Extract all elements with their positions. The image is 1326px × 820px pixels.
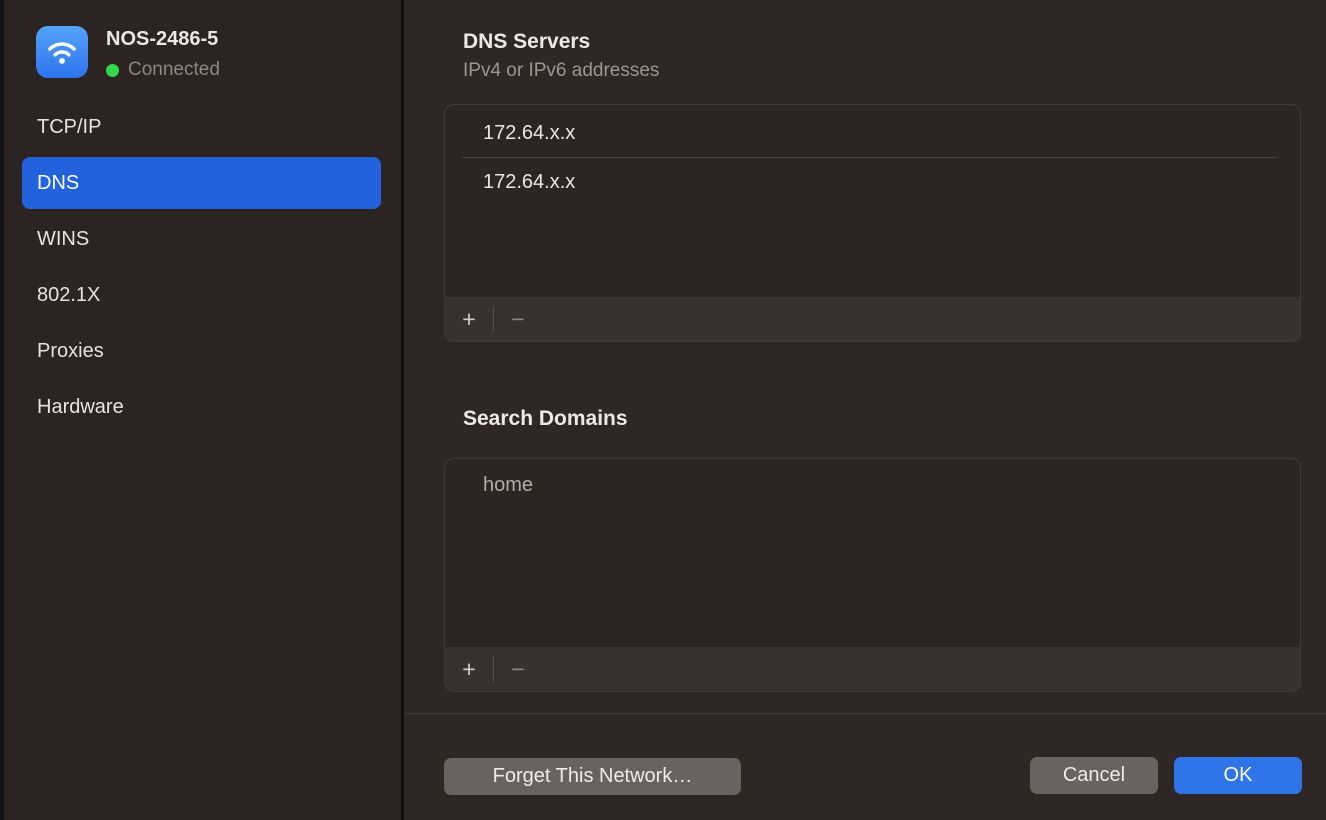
connection-status-label: Connected: [128, 59, 220, 81]
sidebar: NOS-2486-5 Connected TCP/IP DNS WINS 802…: [4, 0, 401, 820]
sidebar-item-hardware[interactable]: Hardware: [22, 381, 381, 433]
footer-divider: [404, 713, 1326, 714]
search-domain-entry[interactable]: home: [445, 461, 1300, 509]
remove-dns-server-button[interactable]: −: [494, 297, 542, 341]
sidebar-items: TCP/IP DNS WINS 802.1X Proxies Hardware: [22, 101, 381, 437]
wifi-icon: [36, 26, 88, 78]
cancel-button[interactable]: Cancel: [1030, 757, 1158, 794]
dns-list-toolbar: + −: [445, 297, 1300, 341]
connected-status-dot-icon: [106, 64, 119, 77]
sidebar-item-label: 802.1X: [37, 284, 100, 307]
sidebar-item-label: Hardware: [37, 396, 124, 419]
sidebar-item-wins[interactable]: WINS: [22, 213, 381, 265]
dns-server-entry[interactable]: 172.64.x.x: [445, 109, 1300, 157]
main-panel: DNS Servers IPv4 or IPv6 addresses 172.6…: [404, 0, 1326, 820]
dns-server-rows: 172.64.x.x 172.64.x.x: [445, 105, 1300, 206]
search-domain-rows: home: [445, 459, 1300, 509]
sidebar-item-label: WINS: [37, 228, 89, 251]
forget-network-button[interactable]: Forget This Network…: [444, 758, 741, 795]
sidebar-item-label: TCP/IP: [37, 116, 101, 139]
add-search-domain-button[interactable]: +: [451, 647, 487, 691]
search-domain-toolbar: + −: [445, 647, 1300, 691]
remove-search-domain-button[interactable]: −: [494, 647, 542, 691]
dns-servers-title: DNS Servers: [463, 30, 590, 54]
dns-servers-subtitle: IPv4 or IPv6 addresses: [463, 60, 659, 82]
sidebar-item-label: Proxies: [37, 340, 104, 363]
sidebar-item-label: DNS: [37, 172, 79, 195]
ok-button[interactable]: OK: [1174, 757, 1302, 794]
connection-status: Connected: [106, 59, 220, 81]
network-name: NOS-2486-5: [106, 28, 218, 51]
network-details-dialog: NOS-2486-5 Connected TCP/IP DNS WINS 802…: [0, 0, 1326, 820]
sidebar-item-tcpip[interactable]: TCP/IP: [22, 101, 381, 153]
search-domain-list: home + −: [444, 458, 1301, 692]
search-domains-title: Search Domains: [463, 407, 628, 431]
sidebar-item-8021x[interactable]: 802.1X: [22, 269, 381, 321]
sidebar-item-proxies[interactable]: Proxies: [22, 325, 381, 377]
add-dns-server-button[interactable]: +: [451, 297, 487, 341]
dns-server-list: 172.64.x.x 172.64.x.x + −: [444, 104, 1301, 342]
sidebar-item-dns[interactable]: DNS: [22, 157, 381, 209]
dns-server-entry[interactable]: 172.64.x.x: [445, 158, 1300, 206]
